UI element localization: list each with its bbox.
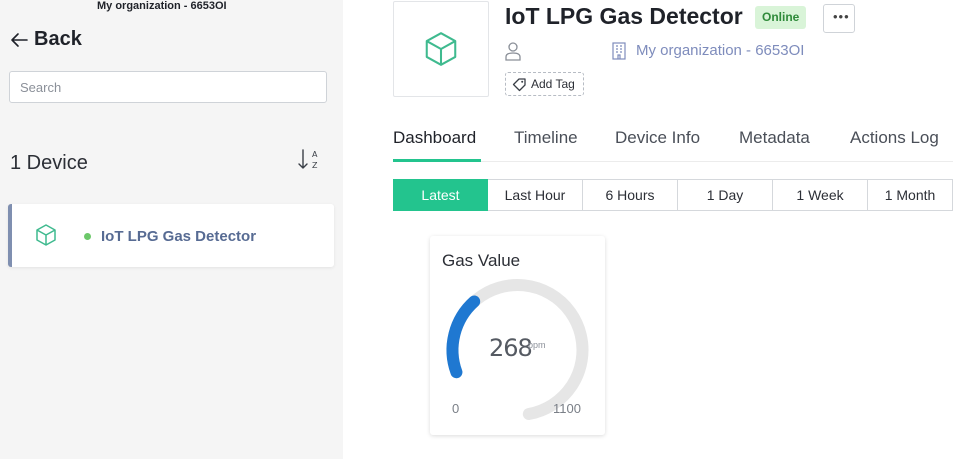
tab-actions-log[interactable]: Actions Log: [850, 128, 939, 148]
user-icon[interactable]: [504, 41, 522, 61]
status-badge: Online: [755, 6, 807, 29]
device-count: 1 Device: [10, 152, 88, 174]
org-header: My organization - 6653OI: [97, 0, 227, 12]
tab-metadata[interactable]: Metadata: [739, 128, 810, 148]
gauge-fill: [446, 295, 481, 379]
range-1-week[interactable]: 1 Week: [773, 179, 868, 211]
online-status-dot: [84, 233, 91, 240]
gauge-min-label: 0: [452, 401, 460, 416]
range-1-month[interactable]: 1 Month: [868, 179, 953, 211]
tab-bar: Dashboard Timeline Device Info Metadata …: [393, 124, 953, 162]
svg-text:Z: Z: [312, 161, 318, 170]
time-range-selector: Latest Last Hour 6 Hours 1 Day 1 Week 1 …: [393, 179, 953, 211]
active-tab-indicator: [393, 159, 481, 162]
building-icon: [612, 42, 626, 60]
sidebar: My organization - 6653OI Back 1 Device A…: [0, 0, 343, 459]
range-1-day[interactable]: 1 Day: [678, 179, 773, 211]
more-options-button[interactable]: •••: [823, 4, 855, 33]
tab-dashboard[interactable]: Dashboard: [393, 128, 476, 148]
device-list-item-name: IoT LPG Gas Detector: [101, 228, 257, 245]
arrow-left-icon: [11, 32, 28, 47]
range-6-hours[interactable]: 6 Hours: [583, 179, 678, 211]
range-last-hour[interactable]: Last Hour: [488, 179, 583, 211]
back-label: Back: [34, 28, 82, 50]
cube-icon: [36, 224, 56, 246]
gauge-widget[interactable]: Gas Value 268 ppm 0 1100: [430, 236, 605, 435]
ellipsis-icon: •••: [833, 9, 850, 24]
range-latest[interactable]: Latest: [393, 179, 488, 211]
sort-az-icon[interactable]: A Z: [297, 147, 323, 173]
tab-timeline[interactable]: Timeline: [514, 128, 578, 148]
gauge-max-label: 1100: [553, 401, 581, 416]
cube-icon: [425, 32, 457, 66]
device-title: IoT LPG Gas Detector: [505, 3, 743, 29]
gauge-value: 268: [489, 334, 533, 362]
search-input[interactable]: [9, 71, 327, 103]
add-tag-label: Add Tag: [531, 77, 575, 91]
tag-icon: [512, 77, 526, 91]
gauge-unit: ppm: [528, 340, 546, 350]
organization-link[interactable]: My organization - 6653OI: [636, 42, 804, 59]
svg-text:A: A: [312, 150, 318, 159]
back-button[interactable]: Back: [9, 28, 82, 51]
device-image: [393, 1, 489, 97]
add-tag-button[interactable]: Add Tag: [505, 72, 584, 96]
tab-device-info[interactable]: Device Info: [615, 128, 700, 148]
device-list-item[interactable]: IoT LPG Gas Detector: [8, 204, 334, 267]
